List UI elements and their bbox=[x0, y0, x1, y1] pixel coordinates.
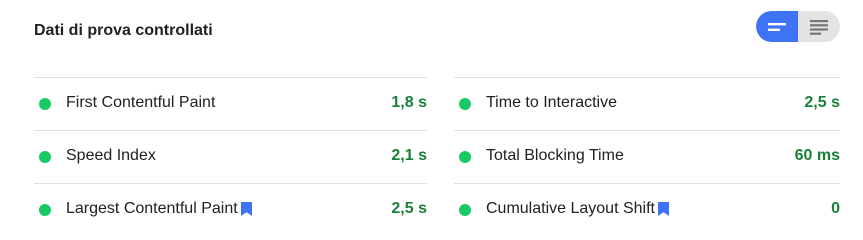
metric-value: 2,5 s bbox=[391, 200, 427, 217]
metrics-column-right: Time to Interactive 2,5 s Total Blocking… bbox=[454, 77, 840, 236]
metrics-header: Dati di prova controllati bbox=[34, 0, 840, 64]
section-title: Dati di prova controllati bbox=[34, 22, 213, 39]
list-compact-icon bbox=[768, 22, 786, 31]
metric-label: Speed Index bbox=[66, 147, 156, 164]
list-expanded-icon bbox=[810, 19, 828, 35]
metric-row: Speed Index 2,1 s bbox=[34, 130, 427, 183]
pass-status-icon bbox=[39, 204, 51, 216]
pass-status-icon bbox=[459, 204, 471, 216]
metric-row: Time to Interactive 2,5 s bbox=[454, 77, 840, 130]
view-toggle[interactable] bbox=[756, 11, 840, 42]
metric-row: First Contentful Paint 1,8 s bbox=[34, 77, 427, 130]
metric-label: Largest Contentful Paint bbox=[66, 200, 238, 217]
bookmark-icon bbox=[657, 202, 669, 216]
metric-value: 2,1 s bbox=[391, 147, 427, 164]
metric-value: 1,8 s bbox=[391, 94, 427, 111]
bookmark-icon bbox=[240, 202, 252, 216]
pass-status-icon bbox=[459, 151, 471, 163]
pass-status-icon bbox=[39, 98, 51, 110]
compact-view-button[interactable] bbox=[756, 11, 798, 42]
metric-label: Total Blocking Time bbox=[486, 147, 624, 164]
metrics-column-left: First Contentful Paint 1,8 s Speed Index… bbox=[34, 77, 427, 236]
metric-label: First Contentful Paint bbox=[66, 94, 216, 111]
metric-row: Total Blocking Time 60 ms bbox=[454, 130, 840, 183]
metric-label: Cumulative Layout Shift bbox=[486, 200, 655, 217]
expanded-view-button[interactable] bbox=[798, 11, 840, 42]
metric-value: 60 ms bbox=[794, 147, 840, 164]
metric-label: Time to Interactive bbox=[486, 94, 618, 111]
pass-status-icon bbox=[459, 98, 471, 110]
pass-status-icon bbox=[39, 151, 51, 163]
metric-row: Largest Contentful Paint 2,5 s bbox=[34, 183, 427, 236]
metric-value: 2,5 s bbox=[804, 94, 840, 111]
metric-row: Cumulative Layout Shift 0 bbox=[454, 183, 840, 236]
metric-value: 0 bbox=[831, 200, 840, 217]
